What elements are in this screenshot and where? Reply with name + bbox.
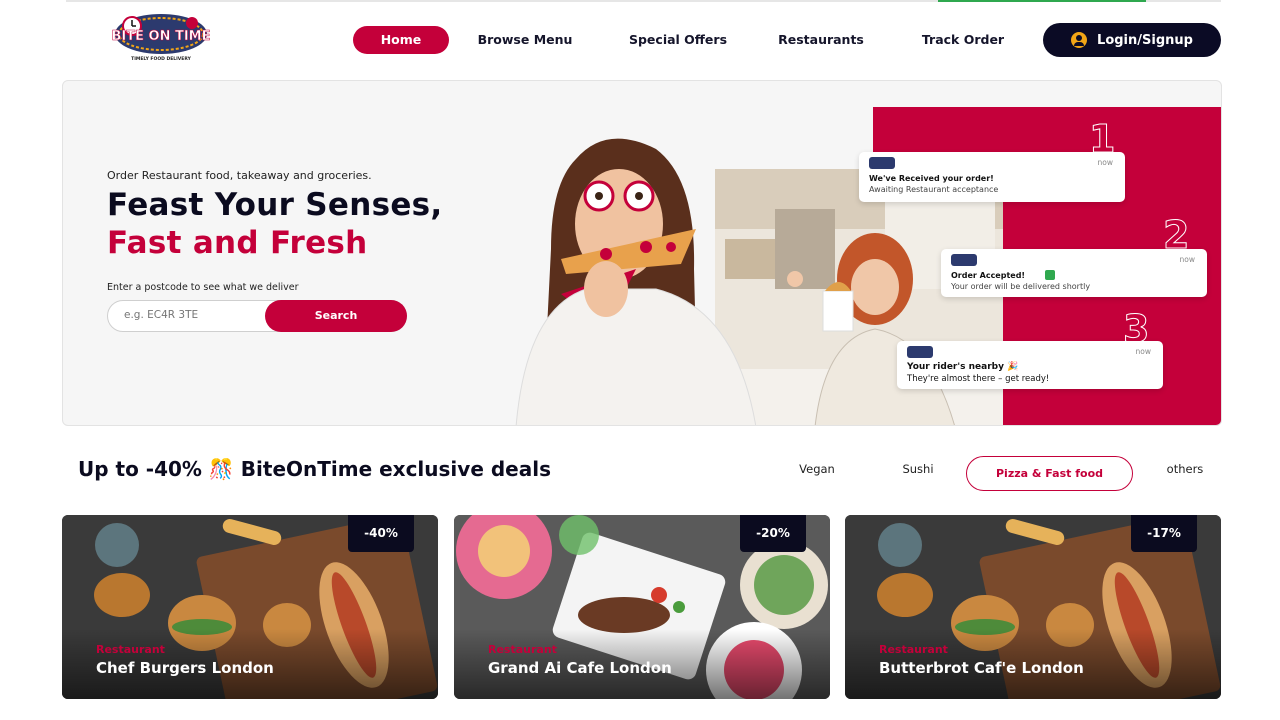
notification-rider-nearby: now Your rider's nearby 🎉 They're almost… [897, 341, 1163, 389]
category-tab-vegan[interactable]: Vegan [780, 462, 854, 476]
deals-heading: Up to -40% 🎊 BiteOnTime exclusive deals [78, 457, 551, 481]
category-tab-sushi[interactable]: Sushi [884, 462, 952, 476]
notification-logo-icon [907, 346, 933, 358]
hero-title-line1: Feast Your Senses, [107, 187, 443, 223]
notification-time: now [1135, 347, 1151, 356]
nav-browse-menu[interactable]: Browse Menu [470, 26, 580, 54]
nav-restaurants[interactable]: Restaurants [768, 26, 874, 54]
postcode-label: Enter a postcode to see what we deliver [107, 282, 299, 293]
card-type: Restaurant [488, 643, 557, 656]
postcode-input[interactable] [124, 309, 264, 321]
notification-order-received: now We've Received your order! Awaiting … [859, 152, 1125, 202]
card-type: Restaurant [96, 643, 165, 656]
category-tab-others[interactable]: others [1152, 462, 1218, 476]
main-nav: Home Browse Menu Special Offers Restaura… [0, 0, 1280, 80]
notification-title: Your rider's nearby 🎉 [907, 362, 1019, 372]
postcode-search-box: Search [107, 300, 407, 332]
deal-card[interactable]: -40% Restaurant Chef Burgers London [62, 515, 438, 699]
nav-special-offers[interactable]: Special Offers [620, 26, 736, 54]
notification-order-accepted: now Order Accepted! Your order will be d… [941, 249, 1207, 297]
discount-badge: -20% [740, 515, 806, 552]
card-type: Restaurant [879, 643, 948, 656]
notification-body: They're almost there – get ready! [907, 374, 1050, 384]
notification-body: Your order will be delivered shortly [951, 282, 1091, 291]
deal-card[interactable]: -17% Restaurant Butterbrot Caf'e London [845, 515, 1221, 699]
search-button[interactable]: Search [265, 300, 407, 332]
login-label: Login/Signup [1097, 32, 1193, 48]
notification-logo-icon [951, 254, 977, 266]
notification-time: now [1097, 158, 1113, 167]
card-restaurant-name: Chef Burgers London [96, 659, 274, 677]
hero-banner: Order Restaurant food, takeaway and groc… [62, 80, 1222, 426]
nav-track-order[interactable]: Track Order [912, 26, 1014, 54]
login-signup-button[interactable]: Login/Signup [1043, 23, 1221, 57]
discount-badge: -40% [348, 515, 414, 552]
notification-title: Order Accepted! [951, 271, 1026, 280]
notification-time: now [1179, 255, 1195, 264]
nav-home[interactable]: Home [353, 26, 449, 54]
woman-eating-pizza-image [515, 138, 756, 425]
hero-title-line2: Fast and Fresh [107, 225, 368, 261]
discount-badge: -17% [1131, 515, 1197, 552]
user-icon [1071, 32, 1088, 48]
notification-body: Awaiting Restaurant acceptance [869, 185, 999, 194]
category-tab-pizza-fast-food[interactable]: Pizza & Fast food [966, 456, 1133, 491]
hero-kicker: Order Restaurant food, takeaway and groc… [107, 169, 372, 182]
card-restaurant-name: Grand Ai Cafe London [488, 659, 672, 677]
deal-card[interactable]: -20% Restaurant Grand Ai Cafe London [454, 515, 830, 699]
notification-title: We've Received your order! [869, 174, 994, 183]
card-restaurant-name: Butterbrot Caf'e London [879, 659, 1084, 677]
checkmark-icon [1045, 270, 1055, 280]
notification-logo-icon [869, 157, 895, 169]
